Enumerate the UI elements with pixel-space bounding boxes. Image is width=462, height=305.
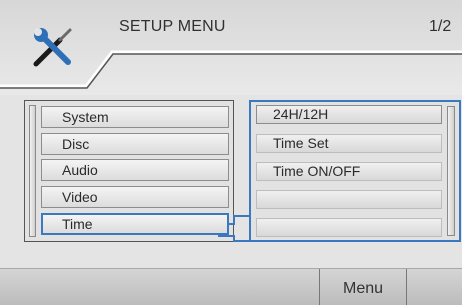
category-item-video[interactable]: Video [41, 186, 229, 208]
category-item-time[interactable]: Time [41, 213, 229, 235]
option-list: 24H/12H Time Set Time ON/OFF [249, 100, 461, 242]
menu-title: SETUP MENU [119, 18, 226, 35]
category-list: System Disc Audio Video Time [24, 100, 234, 242]
category-item-audio[interactable]: Audio [41, 159, 229, 181]
header: SETUP MENU 1/2 [0, 0, 462, 95]
option-item-24h-12h[interactable]: 24H/12H [256, 105, 442, 124]
option-item-empty-1 [256, 190, 442, 209]
option-item-time-on-off[interactable]: Time ON/OFF [256, 162, 442, 181]
page-indicator: 1/2 [429, 18, 452, 35]
tools-icon [33, 28, 72, 67]
category-scrollbar[interactable] [29, 105, 36, 237]
option-scrollbar[interactable] [447, 106, 455, 236]
category-item-system[interactable]: System [41, 106, 229, 128]
menu-button[interactable]: Menu [319, 269, 407, 305]
category-item-disc[interactable]: Disc [41, 133, 229, 155]
bottom-bar: Menu [0, 268, 462, 305]
option-item-empty-2 [256, 218, 442, 237]
option-item-time-set[interactable]: Time Set [256, 134, 442, 153]
setup-menu-screen: SETUP MENU 1/2 System Disc Audio Video T… [0, 0, 462, 305]
